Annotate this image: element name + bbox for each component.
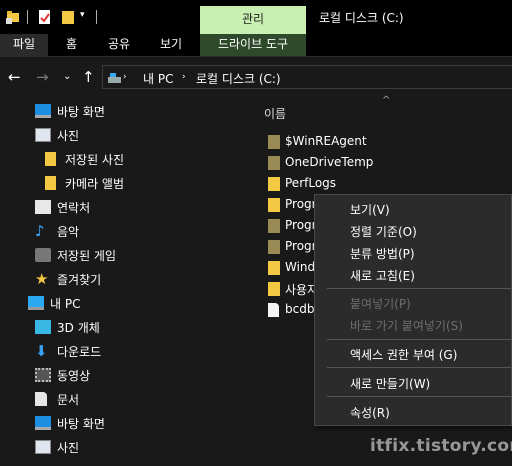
music-icon: ♪ xyxy=(35,222,45,240)
customize-quick-access-icon[interactable]: ▾ xyxy=(80,10,85,26)
menu-item-new[interactable]: 새로 만들기(W) xyxy=(315,371,511,393)
menu-item-label: 액세스 권한 부여 (G) xyxy=(350,348,458,362)
nav-item-label: 3D 개체 xyxy=(57,321,100,335)
contacts-icon xyxy=(35,200,51,214)
breadcrumb-separator-icon: › xyxy=(182,72,186,82)
pictures-icon xyxy=(35,128,51,142)
star-icon: ★ xyxy=(35,270,49,288)
watermark: itfix.tistory.com xyxy=(370,436,512,456)
folder-icon xyxy=(268,240,280,254)
folder-icon xyxy=(268,261,280,275)
toolbar-divider xyxy=(96,10,97,24)
menu-separator xyxy=(327,339,511,340)
breadcrumb-this-pc[interactable]: 내 PC xyxy=(143,70,173,87)
menu-item-label: 보기(V) xyxy=(350,203,390,217)
menu-item-label: 새로 만들기(W) xyxy=(350,377,431,391)
drive-icon xyxy=(108,73,121,83)
menu-item-give-access[interactable]: 액세스 권한 부여 (G) xyxy=(315,342,511,364)
document-icon xyxy=(35,392,47,406)
breadcrumb-separator-icon: › xyxy=(123,72,127,82)
nav-item-label: 저장된 사진 xyxy=(65,153,125,167)
toolbar-divider xyxy=(27,10,28,24)
menu-separator xyxy=(327,367,511,368)
file-icon xyxy=(268,303,279,317)
menu-item-label: 바로 가기 붙여넣기(S) xyxy=(350,319,463,333)
nav-item-label: 내 PC xyxy=(50,297,81,311)
3d-objects-icon xyxy=(35,320,51,334)
menu-item-label: 붙여넣기(P) xyxy=(350,297,411,311)
context-menu: 보기(V) 정렬 기준(O) 분류 방법(P) 새로 고침(E) 붙여넣기(P)… xyxy=(314,194,512,426)
address-bar[interactable]: › 내 PC › 로컬 디스크 (C:) xyxy=(102,65,512,89)
tab-manage[interactable]: 관리 xyxy=(200,6,306,34)
menu-separator xyxy=(327,288,511,289)
forward-arrow-icon[interactable]: → xyxy=(36,68,49,86)
file-name: PerfLogs xyxy=(285,176,337,190)
menu-separator xyxy=(327,396,511,397)
recent-locations-chevron-icon[interactable]: ⌄ xyxy=(63,71,71,82)
saved-games-icon xyxy=(35,248,51,262)
file-name: OneDriveTemp xyxy=(285,155,374,169)
tab-file[interactable]: 파일 xyxy=(0,34,48,56)
pc-icon xyxy=(28,296,44,310)
window-title: 로컬 디스크 (C:) xyxy=(319,11,404,25)
nav-item-label: 다운로드 xyxy=(57,345,102,359)
nav-item-label: 동영상 xyxy=(57,369,91,383)
folder-icon xyxy=(45,152,56,166)
folder-icon xyxy=(268,219,280,233)
desktop-icon xyxy=(35,416,51,430)
nav-item-label: 저장된 게임 xyxy=(57,249,117,263)
properties-icon[interactable] xyxy=(38,9,52,25)
menu-item-properties[interactable]: 속성(R) xyxy=(315,400,511,422)
file-name: $WinREAgent xyxy=(285,134,367,148)
nav-item-label: 문서 xyxy=(57,393,80,407)
download-icon: ⬇ xyxy=(35,342,48,360)
back-arrow-icon[interactable]: ← xyxy=(8,68,21,86)
tab-share[interactable]: 공유 xyxy=(108,34,130,56)
column-header-name[interactable]: 이름 xyxy=(264,105,286,122)
breadcrumb-local-disk[interactable]: 로컬 디스크 (C:) xyxy=(196,70,281,87)
folder-icon xyxy=(268,198,280,212)
nav-item-label: 바탕 화면 xyxy=(57,105,105,119)
menu-item-group-by[interactable]: 분류 방법(P) xyxy=(315,241,511,263)
menu-item-paste: 붙여넣기(P) xyxy=(315,291,511,313)
desktop-icon xyxy=(35,104,51,118)
navigation-pane: 바탕 화면 사진 저장된 사진 카메라 앨범 연락처 ♪ 음악 저장된 게임 ★… xyxy=(0,95,250,466)
tab-home[interactable]: 홈 xyxy=(66,34,77,56)
nav-item-label: 음악 xyxy=(57,225,80,239)
video-icon xyxy=(35,368,51,382)
quick-access-folder-icon xyxy=(6,11,19,24)
nav-item-label: 바탕 화면 xyxy=(57,417,105,431)
nav-item-label: 사진 xyxy=(57,129,80,143)
nav-item-label: 연락처 xyxy=(57,201,91,215)
tab-view[interactable]: 보기 xyxy=(160,34,182,56)
menu-item-sort-by[interactable]: 정렬 기준(O) xyxy=(315,219,511,241)
menu-item-label: 속성(R) xyxy=(350,406,390,420)
up-arrow-icon[interactable]: ↑ xyxy=(82,68,95,86)
sort-ascending-icon: ^ xyxy=(382,95,391,106)
folder-icon xyxy=(45,176,56,190)
menu-item-label: 새로 고침(E) xyxy=(350,269,415,283)
menu-item-view[interactable]: 보기(V) xyxy=(315,197,511,219)
pictures-icon xyxy=(35,440,51,454)
folder-icon xyxy=(268,177,280,191)
menu-item-label: 분류 방법(P) xyxy=(350,247,415,261)
new-folder-icon[interactable] xyxy=(61,9,75,25)
folder-icon xyxy=(268,135,280,149)
menu-item-label: 정렬 기준(O) xyxy=(350,225,417,239)
nav-item-label: 카메라 앨범 xyxy=(65,177,125,191)
navigation-bar: ← → ⌄ ↑ › 내 PC › 로컬 디스크 (C:) xyxy=(0,58,512,95)
nav-item-label: 즐겨찾기 xyxy=(57,273,102,287)
folder-icon xyxy=(268,282,280,296)
tab-drive-tools[interactable]: 드라이브 도구 xyxy=(200,34,306,56)
title-bar: ▾ 관리 로컬 디스크 (C:) xyxy=(0,0,512,34)
menu-item-refresh[interactable]: 새로 고침(E) xyxy=(315,263,511,285)
folder-icon xyxy=(268,156,280,170)
nav-item-label: 사진 xyxy=(57,441,80,455)
ribbon-tabs: 파일 홈 공유 보기 드라이브 도구 xyxy=(0,34,512,57)
menu-item-paste-shortcut: 바로 가기 붙여넣기(S) xyxy=(315,313,511,335)
